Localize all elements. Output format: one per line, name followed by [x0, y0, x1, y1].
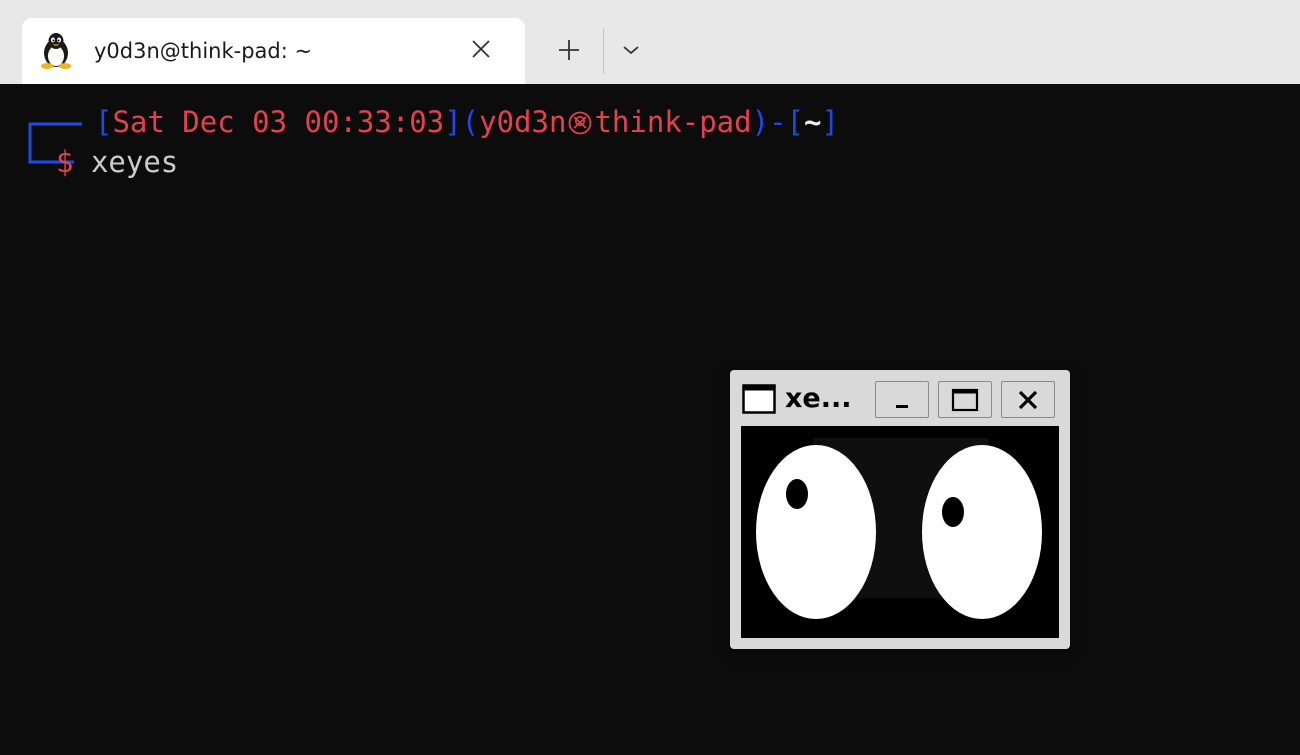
- xeyes-canvas[interactable]: [741, 426, 1059, 638]
- maximize-icon: [951, 388, 979, 411]
- left-pupil: [786, 479, 808, 509]
- close-icon: [1018, 390, 1038, 409]
- xeyes-title: xe...: [785, 383, 852, 414]
- prompt-dollar: $: [56, 145, 74, 179]
- bracket: ]: [821, 105, 839, 139]
- left-eye: [756, 445, 876, 619]
- maximize-button[interactable]: [938, 381, 992, 418]
- tab-close-button[interactable]: [462, 30, 500, 68]
- paren: ): [751, 105, 770, 139]
- right-eye: [922, 445, 1042, 619]
- tab-separator: [603, 28, 604, 74]
- tab-dropdown-button[interactable]: [612, 30, 650, 70]
- prompt-host: think-pad: [594, 105, 752, 139]
- prompt-dir: ~: [804, 105, 822, 139]
- bracket: ]: [444, 105, 462, 139]
- linux-tux-icon: [40, 32, 72, 70]
- right-pupil: [942, 497, 964, 527]
- command-line: $ xeyes: [56, 143, 178, 181]
- bracket: [: [95, 105, 113, 139]
- xeyes-window[interactable]: xe...: [730, 370, 1070, 649]
- tab-bar: y0d3n@think-pad: ~: [0, 0, 1300, 84]
- dash: -: [769, 105, 787, 139]
- window-icon: [742, 384, 776, 414]
- minimize-icon: [896, 404, 908, 408]
- terminal-output[interactable]: [Sat Dec 03 00:33:03](y0d3n think-pad)-[~…: [2, 84, 1300, 755]
- terminal-window: y0d3n@think-pad: ~ [Sat Dec 03 00:33:03]…: [0, 0, 1300, 755]
- paren: (: [461, 105, 480, 139]
- close-button[interactable]: [1001, 381, 1055, 418]
- prompt-datetime: Sat Dec 03 00:33:03: [112, 105, 445, 139]
- prompt-user: y0d3n: [479, 105, 567, 139]
- plus-icon: [559, 40, 579, 60]
- tab-title: y0d3n@think-pad: ~: [94, 39, 313, 63]
- minimize-button[interactable]: [875, 381, 929, 418]
- new-tab-button[interactable]: [548, 30, 590, 70]
- close-icon: [472, 40, 490, 58]
- prompt-line: [Sat Dec 03 00:33:03](y0d3n think-pad)-[~…: [95, 103, 839, 141]
- bracket: [: [786, 105, 804, 139]
- skull-icon: [569, 111, 592, 135]
- command-text: xeyes: [90, 145, 179, 179]
- xeyes-titlebar[interactable]: xe...: [730, 370, 1070, 426]
- chevron-down-icon: [623, 46, 639, 55]
